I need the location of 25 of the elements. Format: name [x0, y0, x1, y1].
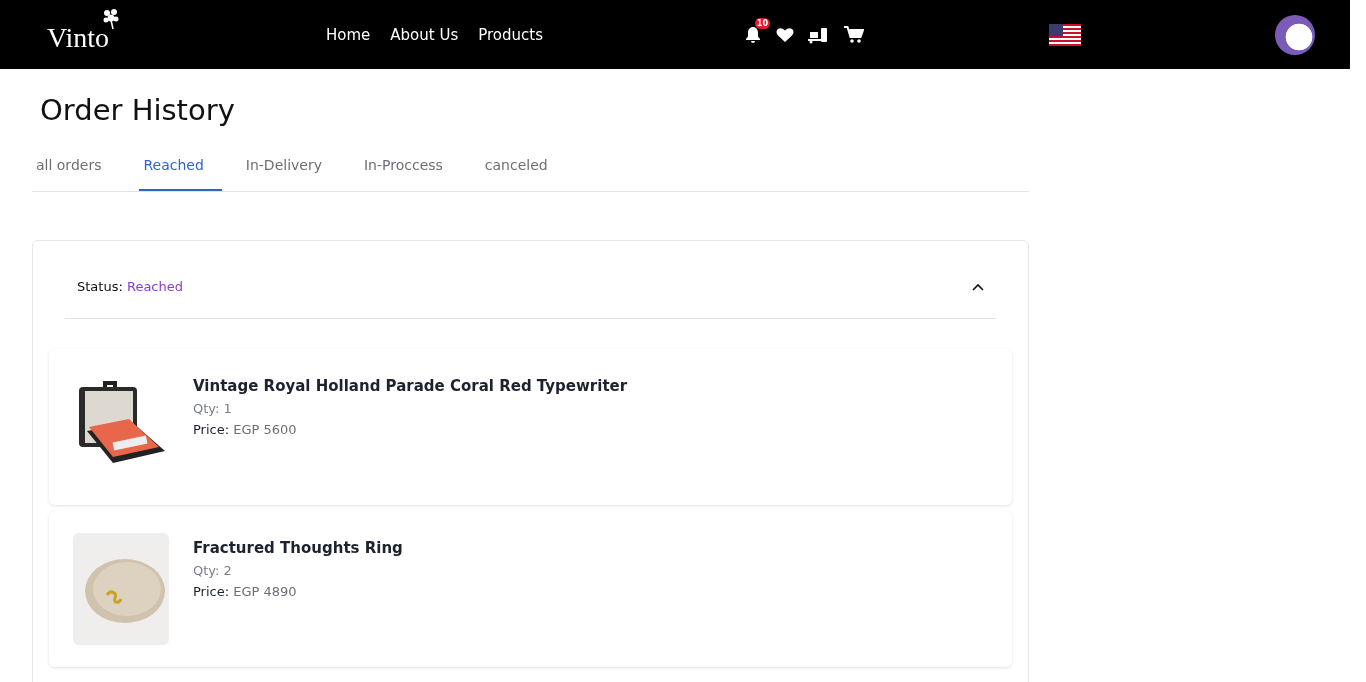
page-title: Order History	[40, 93, 236, 127]
product-name: Vintage Royal Holland Parade Coral Red Typewriter	[193, 377, 628, 395]
status-tab[interactable]: Reached	[139, 145, 222, 191]
bell-icon[interactable]	[744, 25, 762, 44]
status-tab[interactable]: In-Proccess	[360, 145, 461, 191]
status-tab[interactable]: canceled	[480, 145, 566, 191]
notification-badge: 10	[754, 17, 770, 29]
order-status: Status: Reached	[77, 279, 183, 294]
user-avatar[interactable]	[1275, 14, 1315, 55]
chevron-icon[interactable]	[972, 282, 984, 291]
nav-link[interactable]: Home	[326, 25, 371, 44]
product-price: Price: EGP 4890	[193, 584, 298, 599]
product-name: Fractured Thoughts Ring	[193, 539, 403, 557]
status-tab[interactable]: In-Delivery	[241, 145, 340, 191]
nav-link[interactable]: Products	[478, 25, 543, 44]
cart-icon[interactable]	[844, 25, 864, 44]
heart-icon[interactable]	[776, 26, 794, 43]
vinto-logo[interactable]: Vinto	[47, 21, 110, 54]
status-tab[interactable]: all orders	[32, 145, 120, 191]
us-flag-icon[interactable]	[1049, 23, 1081, 46]
product-price: Price: EGP 5600	[193, 422, 298, 437]
delivery-cart-icon[interactable]	[808, 25, 830, 44]
product-quantity: Qty: 1	[193, 401, 233, 416]
nav-link[interactable]: About Us	[390, 25, 459, 44]
product-quantity: Qty: 2	[193, 563, 233, 578]
